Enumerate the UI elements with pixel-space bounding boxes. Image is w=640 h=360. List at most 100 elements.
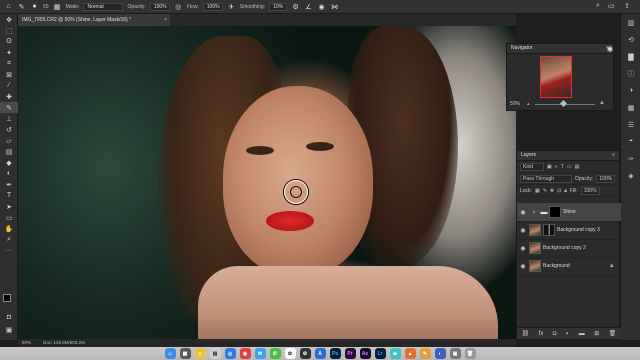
filter-pixel-icon[interactable]: ▣ (547, 164, 552, 170)
app-orange-icon[interactable]: ▲ (404, 348, 416, 359)
color-icon[interactable]: ◑ (621, 82, 640, 99)
layer-mask-thumbnail[interactable] (543, 224, 555, 236)
layer-filter-kind[interactable]: Kind (520, 162, 544, 171)
properties-icon[interactable]: ☰ (621, 116, 640, 133)
screen-mode-icon[interactable]: ▣ (0, 324, 18, 335)
frame-tool-icon[interactable]: ⊠ (0, 69, 18, 80)
eyedropper-tool-icon[interactable]: ⁄ (0, 80, 18, 91)
lock-artboard-icon[interactable]: ⊡ (557, 188, 561, 194)
settings-icon[interactable]: ✱ (604, 45, 616, 57)
navigator-slider-handle[interactable] (559, 99, 568, 108)
eye-icon[interactable]: ◉ (517, 227, 529, 234)
rectangle-tool-icon[interactable]: ▭ (0, 212, 18, 223)
premiere-icon[interactable]: Pr (344, 348, 356, 359)
hand-tool-icon[interactable]: ✋ (0, 223, 18, 234)
panel-menu-icon[interactable]: ≡ (612, 151, 615, 160)
type-tool-icon[interactable]: T (0, 190, 18, 201)
brush-tool-preset-icon[interactable]: ✎ (17, 2, 26, 11)
gradient-tool-icon[interactable]: ▤ (0, 146, 18, 157)
notes-icon[interactable]: ≡ (194, 348, 206, 359)
swatches-icon[interactable]: ▦ (621, 99, 640, 116)
angle-icon[interactable]: ∠ (304, 2, 313, 11)
app-gray-icon[interactable]: ▣ (449, 348, 461, 359)
layer-thumbnail[interactable] (529, 260, 541, 272)
opacity-field[interactable]: 100% (149, 2, 170, 11)
photos-icon[interactable]: ✿ (284, 348, 296, 359)
document-tab[interactable]: IMG_7995.CR2 @ 50% (Shine, Layer Mask/16… (18, 14, 170, 26)
adjustments-icon[interactable]: ◓ (621, 133, 640, 150)
layer-row-background-copy-2[interactable]: ◉ Background copy 2 (517, 239, 621, 258)
lasso-tool-icon[interactable]: ʘ (0, 36, 18, 47)
app-blue-icon[interactable]: ◐ (434, 348, 446, 359)
marquee-tool-icon[interactable]: ⬚ (0, 25, 18, 36)
lightroom-icon[interactable]: Lr (374, 348, 386, 359)
flow-field[interactable]: 100% (202, 2, 223, 11)
more-tools-icon[interactable]: ··· (0, 245, 18, 256)
quick-mask-icon[interactable]: ◘ (0, 312, 18, 323)
layer-row-background[interactable]: ◉ Background 🔒︎ (517, 257, 621, 276)
zoom-out-icon[interactable]: ▴ (527, 101, 530, 107)
lock-paint-icon[interactable]: ✎ (543, 188, 547, 194)
layer-thumbnail[interactable] (529, 242, 541, 254)
blend-mode-select[interactable]: Pass Through (520, 174, 572, 183)
brush-tool-icon[interactable]: ✎ (0, 102, 18, 113)
navigator-header[interactable]: Navigator ≡ (507, 44, 613, 54)
layers-header[interactable]: Layers ≡ (517, 151, 619, 161)
info-icon[interactable]: ⓘ (621, 65, 640, 82)
filter-adjust-icon[interactable]: ◐ (555, 164, 558, 170)
smoothing-field[interactable]: 10% (269, 2, 288, 11)
trash-dock-icon[interactable]: 🗑︎ (464, 348, 476, 359)
system-prefs-icon[interactable]: ⚙ (299, 348, 311, 359)
calendar-icon[interactable]: ▤ (209, 348, 221, 359)
new-group-icon[interactable]: ▬ (579, 331, 585, 337)
layer-opacity-field[interactable]: 100% (596, 174, 616, 183)
link-layers-icon[interactable]: ⛓ (522, 330, 530, 337)
share-icon[interactable]: ⇪ (624, 2, 634, 12)
histogram-icon[interactable]: ▇ (621, 48, 640, 65)
launchpad-icon[interactable]: ▦ (179, 348, 191, 359)
mode-select[interactable]: Normal (83, 2, 124, 11)
foreground-color-swatch[interactable] (3, 294, 11, 302)
gear-icon[interactable]: ⚙ (291, 2, 300, 11)
airbrush-icon[interactable]: ✈ (227, 2, 236, 11)
zoom-in-icon[interactable]: ▲ (599, 100, 605, 106)
symmetry-icon[interactable]: ⋈ (330, 2, 339, 11)
libraries-icon[interactable]: ▥ (621, 14, 640, 31)
chevron-right-icon[interactable]: › (529, 209, 539, 216)
pressure-size-icon[interactable]: ◉ (317, 2, 326, 11)
zoom-tool-icon[interactable]: ⌕ (0, 234, 18, 245)
app-store-icon[interactable]: A (314, 348, 326, 359)
lock-all-icon[interactable]: 🔒︎ (564, 188, 567, 194)
quick-select-tool-icon[interactable]: ✦ (0, 47, 18, 58)
image-canvas[interactable] (18, 26, 516, 340)
blur-tool-icon[interactable]: ◆ (0, 157, 18, 168)
stamp-tool-icon[interactable]: ⊥ (0, 113, 18, 124)
move-tool-icon[interactable]: ✥ (0, 14, 18, 25)
filter-shape-icon[interactable]: ▭ (567, 164, 572, 170)
healing-tool-icon[interactable]: ✚ (0, 91, 18, 102)
layer-mask-thumbnail[interactable] (549, 206, 561, 218)
app-teal-icon[interactable]: ◆ (389, 348, 401, 359)
eye-icon[interactable]: ◉ (517, 263, 529, 270)
messages-icon[interactable]: ✆ (269, 348, 281, 359)
channels-icon[interactable]: ◈ (621, 167, 640, 184)
filter-type-icon[interactable]: T (561, 164, 564, 170)
lock-pixels-icon[interactable]: ▦ (535, 188, 540, 194)
home-icon[interactable]: ⌂ (4, 2, 13, 11)
eye-icon[interactable]: ◉ (517, 245, 529, 252)
pressure-opacity-icon[interactable]: ◎ (174, 2, 183, 11)
status-doc-size[interactable]: Doc: 148.5M/503.2M (43, 339, 85, 347)
after-effects-icon[interactable]: Ae (359, 348, 371, 359)
fx-icon[interactable]: fx (539, 331, 544, 337)
layer-row-shine[interactable]: ◉ › ▬ Shine (517, 203, 621, 222)
workspace-icon[interactable]: ▭ (608, 2, 618, 12)
add-mask-icon[interactable]: ◘ (553, 331, 557, 337)
lock-move-icon[interactable]: ✥ (550, 188, 554, 194)
pen-tool-icon[interactable]: ✒ (0, 179, 18, 190)
chrome-icon[interactable]: ◉ (239, 348, 251, 359)
fill-field[interactable]: 100% (580, 186, 600, 195)
navigator-zoom-value[interactable]: 50% (510, 101, 520, 107)
paths-icon[interactable]: ✑ (621, 150, 640, 167)
close-icon[interactable]: × (164, 14, 167, 26)
layer-row-background-copy-3[interactable]: ◉ Background copy 3 (517, 221, 621, 240)
